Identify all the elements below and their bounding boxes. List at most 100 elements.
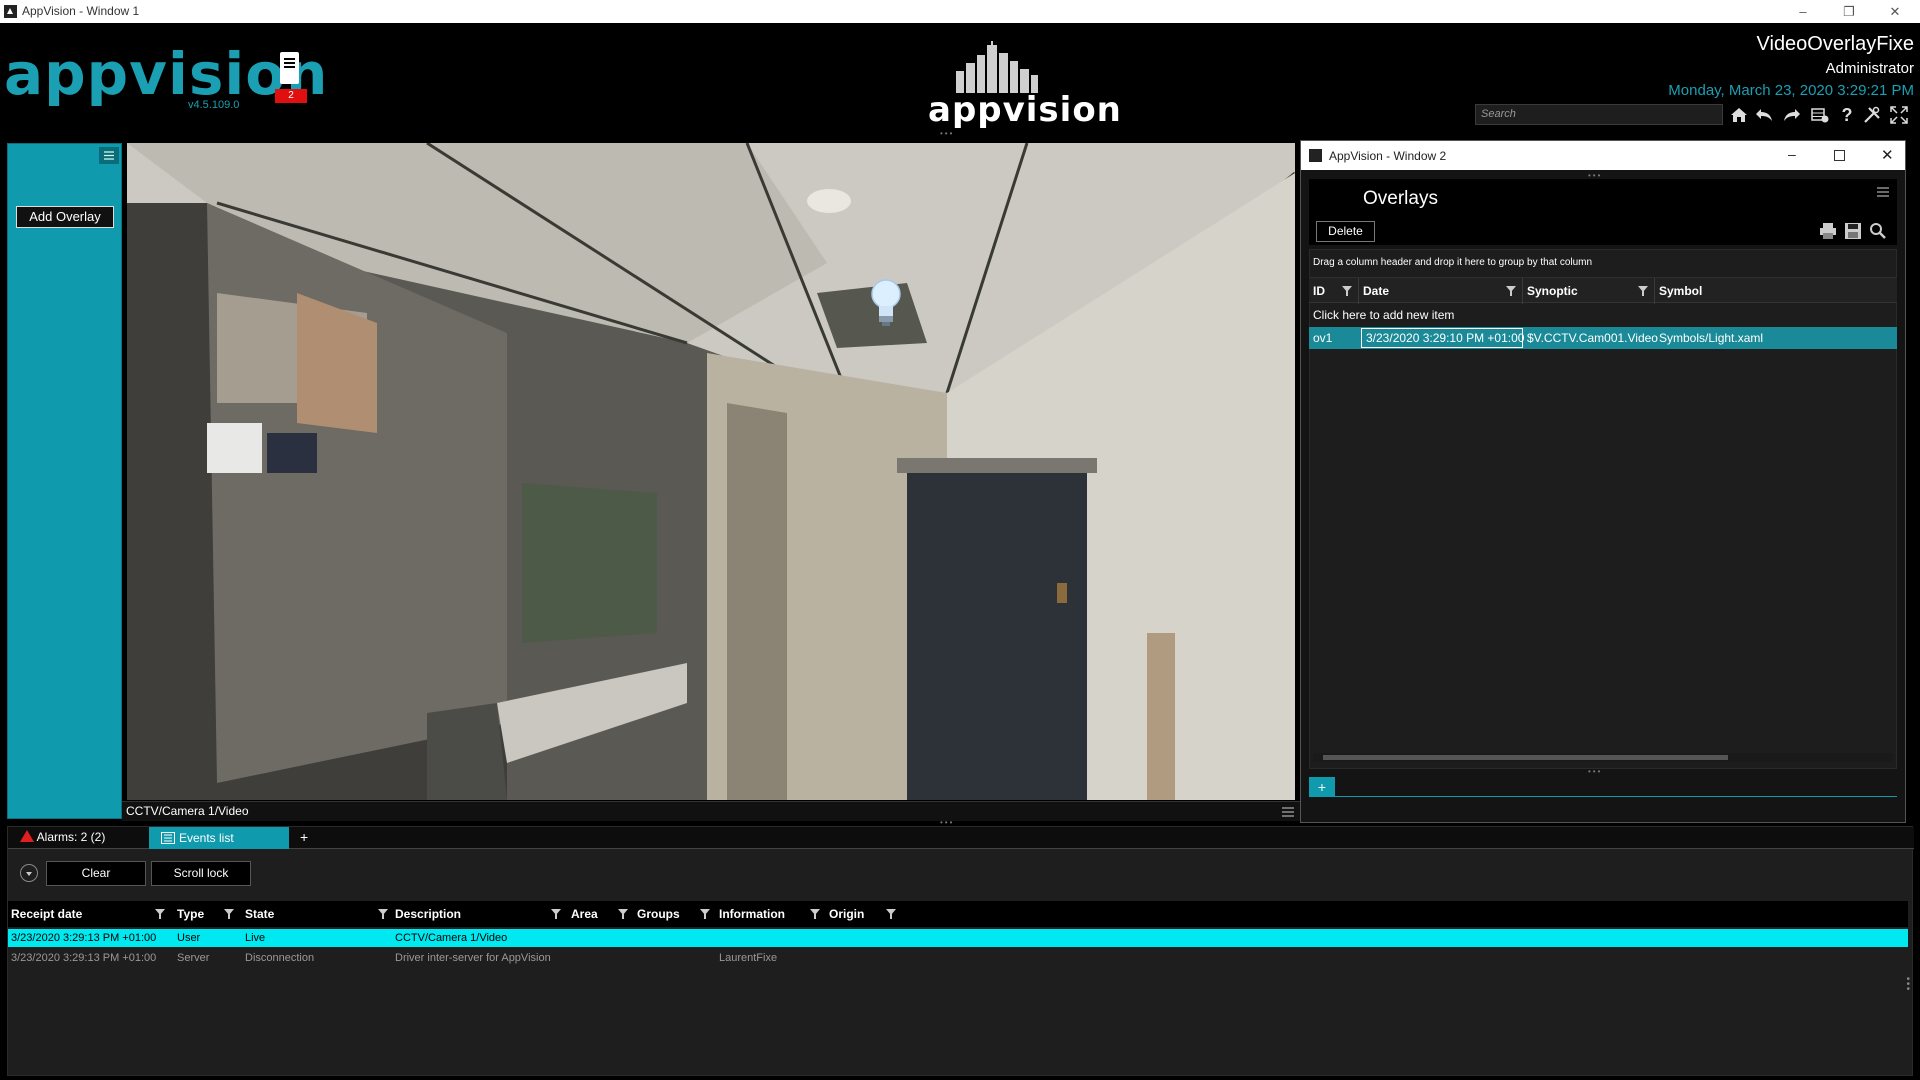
- fullscreen-icon[interactable]: [1888, 105, 1910, 125]
- tab-alarms-label: Alarms: 2 (2): [36, 830, 106, 844]
- header: appvision v4.5.109.0 2 appvision ••• Vid…: [0, 23, 1920, 138]
- table-row[interactable]: ov1 3/23/2020 3:29:10 PM +01:00 $V.CCTV.…: [1309, 327, 1897, 349]
- tab-events-label: Events list: [179, 831, 234, 845]
- cell-description: CCTV/Camera 1/Video: [395, 932, 508, 944]
- clear-button[interactable]: Clear: [46, 861, 146, 886]
- filter-icon[interactable]: [1506, 286, 1516, 296]
- column-header-area[interactable]: Area: [568, 901, 634, 927]
- add-tab-button[interactable]: +: [1309, 777, 1335, 797]
- close-button[interactable]: ✕: [1872, 0, 1918, 23]
- warning-icon: [20, 830, 34, 842]
- window2-app-icon: [1309, 149, 1322, 162]
- cell-receipt-date: 3/23/2020 3:29:13 PM +01:00: [11, 932, 157, 944]
- cell-id[interactable]: ov1: [1309, 327, 1359, 349]
- restore-button[interactable]: ❐: [1826, 0, 1872, 23]
- server-icon[interactable]: [280, 52, 299, 84]
- filter-icon[interactable]: [551, 909, 561, 919]
- scroll-lock-button[interactable]: Scroll lock: [151, 861, 251, 886]
- tab-events-list[interactable]: Events list: [149, 827, 289, 849]
- filter-icon[interactable]: [700, 909, 710, 919]
- column-header-groups[interactable]: Groups: [634, 901, 716, 927]
- filter-icon[interactable]: [618, 909, 628, 919]
- minimize-button[interactable]: –: [1780, 0, 1826, 23]
- filter-icon[interactable]: [155, 909, 165, 919]
- cell-state: Live: [245, 932, 266, 944]
- save-icon[interactable]: [1844, 222, 1862, 245]
- filter-icon[interactable]: [1342, 286, 1352, 296]
- cell-receipt-date: 3/23/2020 3:29:13 PM +01:00: [11, 952, 157, 964]
- add-overlay-button[interactable]: Add Overlay: [16, 206, 114, 228]
- table-row[interactable]: 3/23/2020 3:29:13 PM +01:00 Server Disco…: [8, 947, 1908, 969]
- video-caption: CCTV/Camera 1/Video: [126, 804, 249, 818]
- splitter-handle[interactable]: •••: [940, 129, 954, 138]
- title-bar: AppVision - Window 1 – ❐ ✕: [0, 0, 1920, 23]
- user-info: VideoOverlayFixe Administrator Monday, M…: [1668, 33, 1914, 99]
- cell-date[interactable]: 3/23/2020 3:29:10 PM +01:00: [1361, 328, 1524, 348]
- column-header-receipt-date[interactable]: Receipt date: [8, 901, 171, 927]
- column-header-date[interactable]: Date: [1359, 278, 1523, 304]
- window2-title: AppVision - Window 2: [1329, 149, 1447, 163]
- cell-state: Disconnection: [245, 952, 315, 964]
- table-settings-icon[interactable]: [1809, 105, 1831, 125]
- home-icon[interactable]: [1728, 105, 1750, 125]
- undo-icon[interactable]: [1753, 105, 1775, 125]
- column-header-symbol[interactable]: Symbol: [1655, 278, 1897, 304]
- cell-symbol[interactable]: Symbols/Light.xaml: [1655, 327, 1895, 349]
- column-header-description[interactable]: Description: [392, 901, 567, 927]
- filter-icon[interactable]: [378, 909, 388, 919]
- tools-icon[interactable]: [1861, 105, 1883, 125]
- cell-synoptic[interactable]: $V.CCTV.Cam001.Video: [1523, 327, 1658, 349]
- add-tab-button[interactable]: +: [300, 829, 308, 845]
- overlays-title: Overlays: [1363, 188, 1438, 209]
- filter-icon[interactable]: [810, 909, 820, 919]
- help-icon[interactable]: ?: [1836, 105, 1858, 125]
- column-header-type[interactable]: Type: [174, 901, 240, 927]
- column-header-id[interactable]: ID: [1309, 278, 1359, 304]
- grid-splitter-handle[interactable]: •••: [1588, 767, 1602, 776]
- alarm-count-badge[interactable]: 2: [275, 89, 307, 103]
- video-menu-icon[interactable]: [1280, 805, 1296, 824]
- events-toolbar: Clear Scroll lock: [8, 859, 1914, 889]
- window2-title-bar: AppVision - Window 2 – ✕: [1301, 141, 1905, 170]
- column-header-origin[interactable]: Origin: [826, 901, 902, 927]
- window-name: VideoOverlayFixe: [1756, 33, 1914, 55]
- column-header-information[interactable]: Information: [716, 901, 826, 927]
- light-bulb-overlay-icon[interactable]: [869, 278, 903, 328]
- window2-close-button[interactable]: ✕: [1881, 146, 1894, 164]
- window2-maximize-button[interactable]: [1834, 150, 1845, 161]
- print-icon[interactable]: [1819, 222, 1837, 245]
- overlays-menu-icon[interactable]: [1875, 185, 1891, 204]
- filter-icon[interactable]: [886, 909, 896, 919]
- user-role: Administrator: [1825, 60, 1914, 77]
- group-by-hint[interactable]: Drag a column header and drop it here to…: [1313, 257, 1592, 268]
- overlay-tabs: +: [1309, 777, 1897, 797]
- column-header-state[interactable]: State: [242, 901, 394, 927]
- scrollbar-thumb[interactable]: [1323, 755, 1728, 760]
- filter-icon[interactable]: [224, 909, 234, 919]
- column-header-synoptic[interactable]: Synoptic: [1523, 278, 1655, 304]
- cell-information: LaurentFixe: [719, 952, 778, 964]
- app-icon: [4, 5, 17, 18]
- window2-minimize-button[interactable]: –: [1788, 146, 1796, 162]
- events-grid-header: Receipt date Type State Description Area…: [8, 901, 1908, 927]
- search-input[interactable]: Search: [1475, 104, 1723, 125]
- tab-alarms[interactable]: Alarms: 2 (2): [20, 830, 105, 844]
- vertical-scroll-handle[interactable]: • • •: [1906, 975, 1910, 995]
- hamburger-menu-icon[interactable]: [99, 147, 119, 164]
- window-title: AppVision - Window 1: [22, 4, 140, 18]
- video-status-bar: [122, 801, 1302, 821]
- overlays-toolbar: [1309, 217, 1897, 245]
- redo-icon[interactable]: [1781, 105, 1803, 125]
- horizontal-scrollbar[interactable]: [1313, 753, 1893, 762]
- table-row[interactable]: 3/23/2020 3:29:13 PM +01:00 User Live CC…: [8, 929, 1908, 947]
- add-new-item-row[interactable]: Click here to add new item: [1313, 308, 1454, 322]
- video-frame: [127, 143, 1295, 800]
- center-logo-text: appvision: [928, 90, 1122, 130]
- filter-icon[interactable]: [1638, 286, 1648, 296]
- camera-video[interactable]: [127, 143, 1295, 800]
- search-icon[interactable]: [1869, 222, 1887, 245]
- collapse-icon[interactable]: [20, 864, 38, 882]
- delete-button[interactable]: Delete: [1316, 221, 1375, 242]
- left-panel: Add Overlay: [7, 143, 122, 819]
- cell-description: Driver inter-server for AppVision: [395, 952, 551, 964]
